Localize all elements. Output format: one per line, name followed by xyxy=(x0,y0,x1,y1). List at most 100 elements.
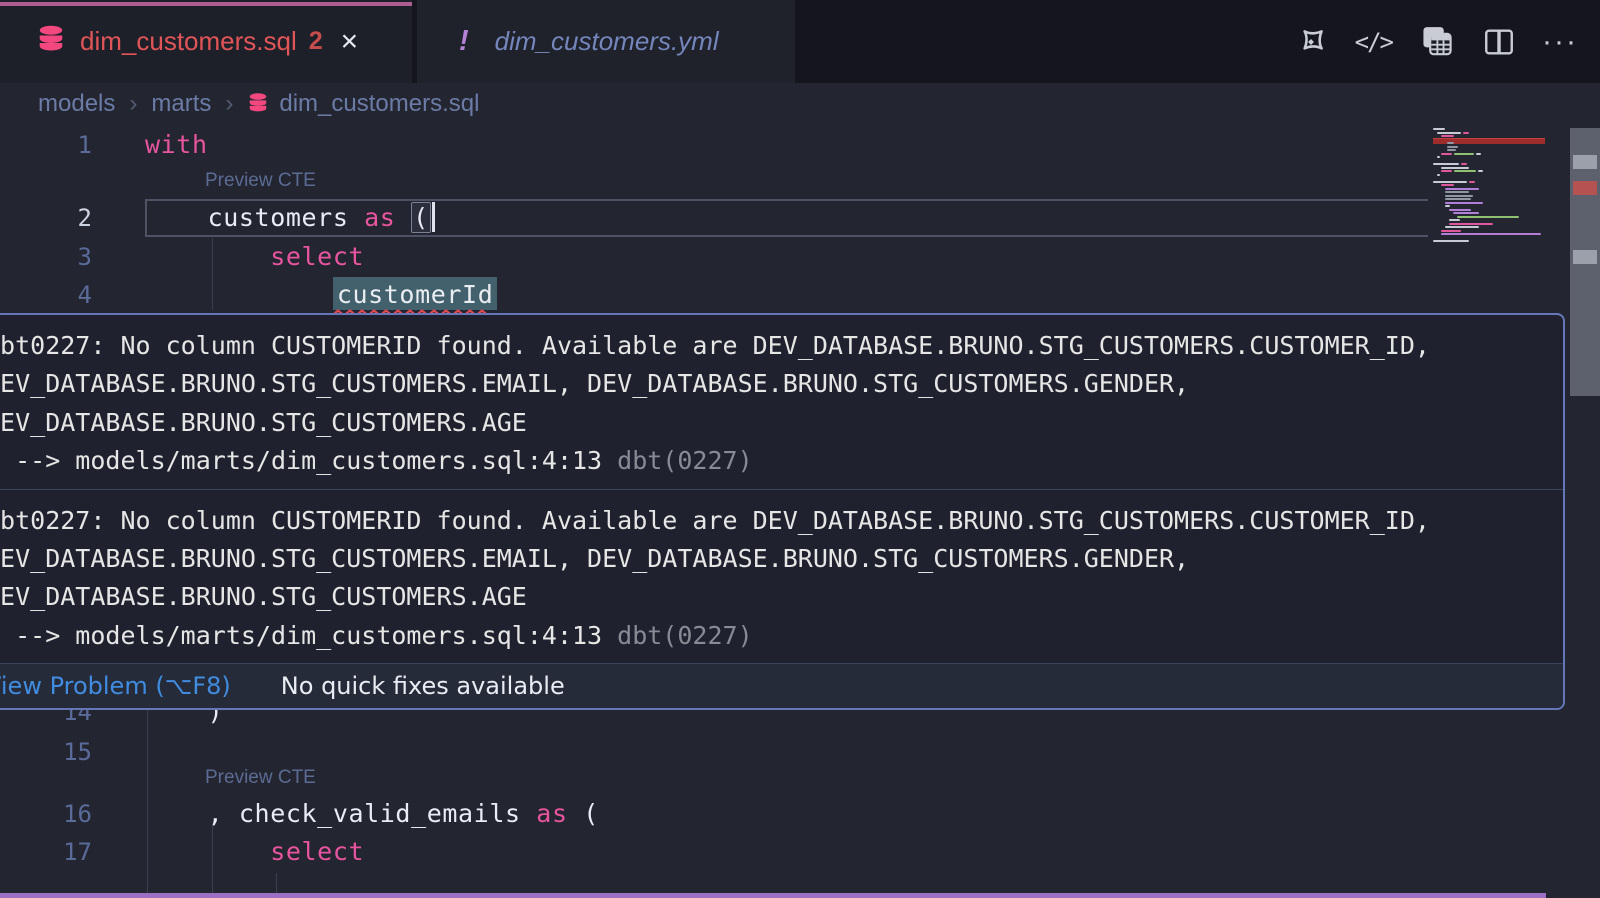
tab-problem-count-badge: 2 xyxy=(309,27,323,56)
line-number-current: 2 xyxy=(30,199,92,237)
minimap-code-line xyxy=(1454,170,1476,172)
code-line-3: select xyxy=(145,238,364,276)
scrollbar xyxy=(1570,125,1600,898)
tab-dim-customers-sql[interactable]: dim_customers.sql 2 × xyxy=(0,0,412,83)
minimap-code-line xyxy=(1441,153,1452,155)
error-text: dbt0227: No column CUSTOMERID found. Ava… xyxy=(0,327,1547,365)
overview-mark xyxy=(1573,155,1597,169)
view-problem-link[interactable]: View Problem (⌥F8) xyxy=(0,672,231,700)
database-icon xyxy=(247,92,269,121)
error-source: dbt(0227) xyxy=(617,446,752,475)
minimap-code-line xyxy=(1437,174,1440,176)
close-icon[interactable]: × xyxy=(341,27,359,57)
breadcrumb-item-file[interactable]: dim_customers.sql xyxy=(279,90,479,118)
minimap-code-line xyxy=(1437,156,1440,158)
active-tab-accent xyxy=(0,2,412,6)
minimap-code-line xyxy=(1449,209,1471,211)
tab-dim-customers-yml[interactable]: ! dim_customers.yml xyxy=(417,0,795,83)
tab-label: dim_customers.sql xyxy=(80,26,297,57)
minimap-code-line xyxy=(1447,149,1456,151)
minimap-code-line xyxy=(1469,181,1475,183)
overview-mark xyxy=(1573,250,1597,264)
minimap-code-line xyxy=(1457,216,1519,218)
error-text: DEV_DATABASE.BRUNO.STG_CUSTOMERS.EMAIL, … xyxy=(0,540,1547,578)
code-lens-preview-cte[interactable]: Preview CTE xyxy=(205,168,316,194)
minimap-code-line xyxy=(1445,188,1479,190)
error-location: --> models/marts/dim_customers.sql:4:13 … xyxy=(0,442,1547,480)
no-quick-fixes-text: No quick fixes available xyxy=(281,672,565,700)
line-number: 4 xyxy=(30,276,92,314)
code-line-2: customers as ( xyxy=(145,199,435,237)
minimap-code-line xyxy=(1441,170,1452,172)
minimap-code-line xyxy=(1433,163,1459,165)
minimap-code-line xyxy=(1454,153,1474,155)
more-actions-icon[interactable]: ··· xyxy=(1542,25,1578,59)
minimap-code-line xyxy=(1445,198,1471,200)
minimap-code-line xyxy=(1463,132,1469,134)
minimap-code-line xyxy=(1476,153,1481,155)
breadcrumb-item-models[interactable]: models xyxy=(38,90,115,118)
error-message-block: dbt0227: No column CUSTOMERID found. Ava… xyxy=(0,490,1563,664)
indent-guide xyxy=(147,705,148,893)
editor-actions: </> ··· xyxy=(1293,0,1578,83)
code-lens-preview-cte[interactable]: Preview CTE xyxy=(205,765,316,791)
minimap-code-line xyxy=(1461,163,1467,165)
line-number: 15 xyxy=(30,733,92,771)
minimap-code-line xyxy=(1449,223,1493,225)
error-text: dbt0227: No column CUSTOMERID found. Ava… xyxy=(0,502,1547,540)
dbt-power-user-icon[interactable] xyxy=(1293,24,1329,60)
minimap-code-line xyxy=(1478,170,1483,172)
minimap-code-line xyxy=(1445,202,1483,204)
minimap-code-line xyxy=(1453,212,1479,214)
chevron-right-icon: › xyxy=(129,90,137,118)
tab-bar: dim_customers.sql 2 × ! dim_customers.ym… xyxy=(0,0,1600,83)
minimap-code-line xyxy=(1441,233,1541,235)
minimap-code-line xyxy=(1433,128,1445,130)
line-number: 16 xyxy=(30,795,92,833)
error-text: DEV_DATABASE.BRUNO.STG_CUSTOMERS.EMAIL, … xyxy=(0,365,1547,403)
indent-guide xyxy=(276,873,277,893)
error-message-block: dbt0227: No column CUSTOMERID found. Ava… xyxy=(0,315,1563,489)
error-text: DEV_DATABASE.BRUNO.STG_CUSTOMERS.AGE xyxy=(0,404,1547,442)
minimap-code-line xyxy=(1445,195,1473,197)
minimap-code-line xyxy=(1441,184,1454,186)
error-text: DEV_DATABASE.BRUNO.STG_CUSTOMERS.AGE xyxy=(0,578,1547,616)
line-number: 17 xyxy=(30,833,92,871)
chevron-right-icon: › xyxy=(225,90,233,118)
minimap-code-line xyxy=(1433,181,1467,183)
error-hover-popup: dbt0227: No column CUSTOMERID found. Ava… xyxy=(0,313,1565,710)
error-location: --> models/marts/dim_customers.sql:4:13 … xyxy=(0,617,1547,655)
code-line-17: select xyxy=(145,833,364,871)
minimap-code-line xyxy=(1447,146,1458,148)
editor-window: dim_customers.sql 2 × ! dim_customers.ym… xyxy=(0,0,1600,898)
text-cursor xyxy=(432,202,435,232)
breadcrumb: models › marts › dim_customers.sql xyxy=(0,83,1600,125)
minimap-code-line xyxy=(1447,142,1454,144)
indent-guide xyxy=(212,238,213,310)
split-editor-icon[interactable] xyxy=(1482,25,1516,59)
panel-accent-line xyxy=(0,893,1546,898)
indent-guide xyxy=(212,825,213,893)
minimap-code-line xyxy=(1445,226,1479,228)
minimap-code-line xyxy=(1441,167,1469,169)
code-line-1: with xyxy=(145,126,208,164)
line-number: 1 xyxy=(30,126,92,164)
minimap-code-line xyxy=(1445,205,1450,207)
minimap-code-line xyxy=(1437,132,1461,134)
error-indicator-icon: ! xyxy=(459,25,469,58)
overview-error-mark xyxy=(1573,181,1597,195)
database-icon xyxy=(36,24,66,59)
minimap-code-line xyxy=(1441,230,1461,232)
minimap-code-line xyxy=(1445,191,1469,193)
hover-footer: View Problem (⌥F8) No quick fixes availa… xyxy=(0,663,1563,708)
line-number: 3 xyxy=(30,238,92,276)
query-results-icon[interactable] xyxy=(1418,23,1456,61)
code-line-16: , check_valid_emails as ( xyxy=(145,795,599,833)
code-line-4: customerId xyxy=(145,276,497,314)
minimap-code-line xyxy=(1449,219,1460,221)
tab-label: dim_customers.yml xyxy=(495,26,719,57)
minimap-code-line xyxy=(1433,240,1469,242)
breadcrumb-item-marts[interactable]: marts xyxy=(151,90,211,118)
compiled-code-icon[interactable]: </> xyxy=(1355,28,1392,56)
error-source: dbt(0227) xyxy=(617,621,752,650)
